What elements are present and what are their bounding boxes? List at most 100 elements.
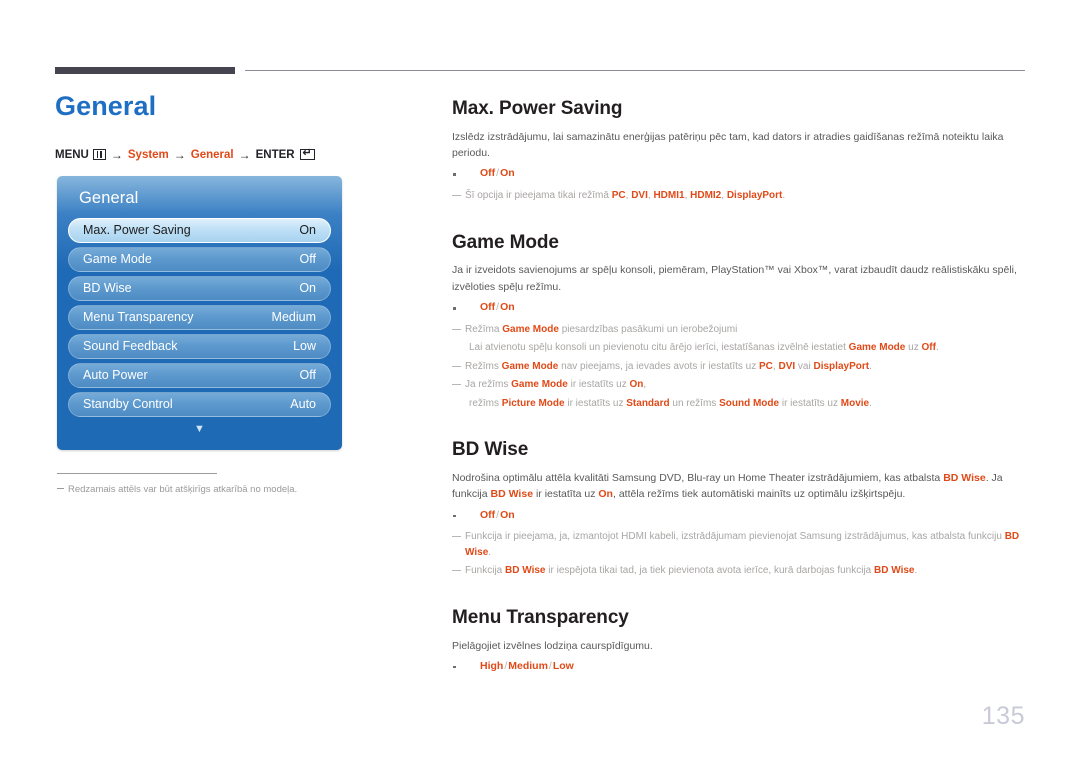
options-game-mode: Off/On <box>452 300 1027 316</box>
note-highlight-displayport: DisplayPort <box>813 360 870 372</box>
note-highlight-game-mode: Game Mode <box>848 342 906 354</box>
section-body-bd-wise: Nodrošina optimālu attēla kvalitāti Sams… <box>452 470 1027 503</box>
note-highlight-standard: Standard <box>626 397 670 409</box>
note-text: Režīms <box>465 360 502 372</box>
note-text: Šī opcija ir pieejama tikai režīmā <box>465 190 612 202</box>
note-highlight-game-mode: Game Mode <box>501 360 559 372</box>
note-text: . <box>869 397 872 409</box>
note-text: uz <box>905 342 922 354</box>
note-highlight-game-mode: Game Mode <box>511 379 568 391</box>
note-highlight-picture-mode: Picture Mode <box>501 397 565 409</box>
page-title: General <box>55 91 157 121</box>
note-highlight-movie: Movie <box>840 397 870 409</box>
note-bd-wise-1: Funkcija ir pieejama, ja, izmantojot HDM… <box>452 529 1027 560</box>
option-on: On <box>500 301 515 313</box>
section-title-max-power-saving: Max. Power Saving <box>452 98 623 119</box>
option-off: Off <box>480 167 496 180</box>
note-highlight-pc: PC <box>759 360 773 372</box>
note-text: Funkcija <box>465 565 506 577</box>
note-highlight-bd-wise: BD Wise <box>505 565 546 577</box>
osd-menu-panel: General Max. Power Saving On Game Mode O… <box>57 176 342 450</box>
section-body-max-power-saving: Izslēdz izstrādājumu, lai samazinātu ene… <box>452 130 1004 160</box>
breadcrumb-item-general: General <box>190 148 234 161</box>
note-text: ir iestatīts uz <box>779 397 841 409</box>
osd-row-label: Menu Transparency <box>83 310 194 325</box>
breadcrumb-arrow-1: → <box>110 147 123 162</box>
option-high: High <box>480 659 504 672</box>
option-on: On <box>500 508 515 521</box>
breadcrumb: MENU → System → General → ENTER ↵ <box>55 148 425 162</box>
note-highlight-displayport: DisplayPort <box>726 190 783 202</box>
note-highlight-bd-wise: BD Wise <box>874 565 915 577</box>
osd-row-max-power-saving[interactable]: Max. Power Saving On <box>68 217 331 243</box>
note-highlight-dvi: DVI <box>631 190 648 202</box>
osd-row-value: Off <box>299 368 316 383</box>
body-text: ir iestatīta uz <box>533 488 599 501</box>
note-game-mode-2: Lai atvienotu spēļu konsoli un pievienot… <box>452 340 1027 356</box>
left-note-text: Redzamais attēls var būt atšķirīgs atkar… <box>68 484 298 495</box>
osd-row-menu-transparency[interactable]: Menu Transparency Medium <box>68 304 331 330</box>
osd-row-label: Standby Control <box>83 397 173 412</box>
note-text: ir iespējota tikai tad, ja tiek pievieno… <box>545 565 875 577</box>
section-title-menu-transparency: Menu Transparency <box>452 606 629 628</box>
note-highlight-hdmi1: HDMI1 <box>653 190 685 202</box>
note-game-mode-3: Režīms Game Mode nav pieejams, ja ievade… <box>452 359 1027 375</box>
osd-row-label: Auto Power <box>83 368 148 383</box>
note-highlight-pc: PC <box>611 190 626 202</box>
osd-row-label: Max. Power Saving <box>83 223 191 238</box>
note-text: Režīma <box>465 323 503 335</box>
option-off: Off <box>480 508 496 521</box>
note-text: Funkcija ir pieejama, ja, izmantojot HDM… <box>465 531 1005 543</box>
osd-row-value: Off <box>299 252 316 267</box>
note-bd-wise-2: Funkcija BD Wise ir iespējota tikai tad,… <box>452 563 1027 579</box>
body-text: , attēla režīms tiek automātiski mainīts… <box>612 488 906 501</box>
note-game-mode-1: Režīma Game Mode piesardzības pasākumi u… <box>452 322 1027 338</box>
osd-row-value: Low <box>293 339 316 354</box>
note-text: . <box>935 342 939 354</box>
osd-row-value: On <box>299 223 316 238</box>
osd-row-list: Max. Power Saving On Game Mode Off BD Wi… <box>68 217 331 434</box>
note-text: ir iestatīts uz <box>567 379 630 391</box>
note-highlight-game-mode: Game Mode <box>502 323 559 335</box>
osd-row-standby-control[interactable]: Standby Control Auto <box>68 391 331 417</box>
note-text: . <box>488 546 492 558</box>
options-bd-wise: Off/On <box>452 508 1027 524</box>
body-text: Nodrošina optimālu attēla kvalitāti Sams… <box>452 472 944 485</box>
note-text: nav pieejams, ja ievades avots ir iestat… <box>558 360 760 372</box>
note-text: . <box>869 360 872 372</box>
left-column: General MENU → System → General → ENTER … <box>55 91 425 162</box>
osd-row-label: Game Mode <box>83 252 152 267</box>
header-accent-bar <box>55 67 235 74</box>
osd-row-sound-feedback[interactable]: Sound Feedback Low <box>68 333 331 359</box>
page-number: 135 <box>981 702 1025 730</box>
body-highlight-bd-wise: BD Wise <box>943 472 986 485</box>
note-game-mode-5: režīms Picture Mode ir iestatīts uz Stan… <box>452 396 1027 412</box>
breadcrumb-item-system: System <box>127 148 169 161</box>
note-highlight-off: Off <box>921 342 936 354</box>
enter-return-icon: ↵ <box>299 148 315 161</box>
osd-row-bd-wise[interactable]: BD Wise On <box>68 275 331 301</box>
note-text: vai <box>795 360 814 372</box>
option-low: Low <box>552 659 574 672</box>
note-text: un režīms <box>669 397 720 409</box>
menu-grid-icon <box>92 149 106 161</box>
osd-row-auto-power[interactable]: Auto Power Off <box>68 362 331 388</box>
note-text: Ja režīms <box>465 379 512 391</box>
breadcrumb-arrow-3: → <box>238 147 251 162</box>
section-title-game-mode: Game Mode <box>452 231 559 253</box>
header-rule <box>245 70 1025 71</box>
option-on: On <box>500 167 515 180</box>
note-highlight-dvi: DVI <box>778 360 796 372</box>
osd-row-value: Auto <box>290 397 316 412</box>
breadcrumb-enter-label: ENTER <box>255 148 295 161</box>
note-max-power-saving-1: Šī opcija ir pieejama tikai režīmā PC, D… <box>452 188 1027 204</box>
note-text: . <box>914 565 918 577</box>
chevron-down-icon[interactable]: ▼ <box>68 421 331 434</box>
section-body-menu-transparency: Pielāgojiet izvēlnes lodziņa caurspīdīgu… <box>452 639 653 652</box>
note-text: , <box>643 379 647 391</box>
note-highlight-on: On <box>629 379 644 391</box>
left-note: Redzamais attēls var būt atšķirīgs atkar… <box>57 483 387 497</box>
section-title-bd-wise: BD Wise <box>452 439 529 461</box>
osd-row-game-mode[interactable]: Game Mode Off <box>68 246 331 272</box>
osd-row-label: BD Wise <box>83 281 132 296</box>
